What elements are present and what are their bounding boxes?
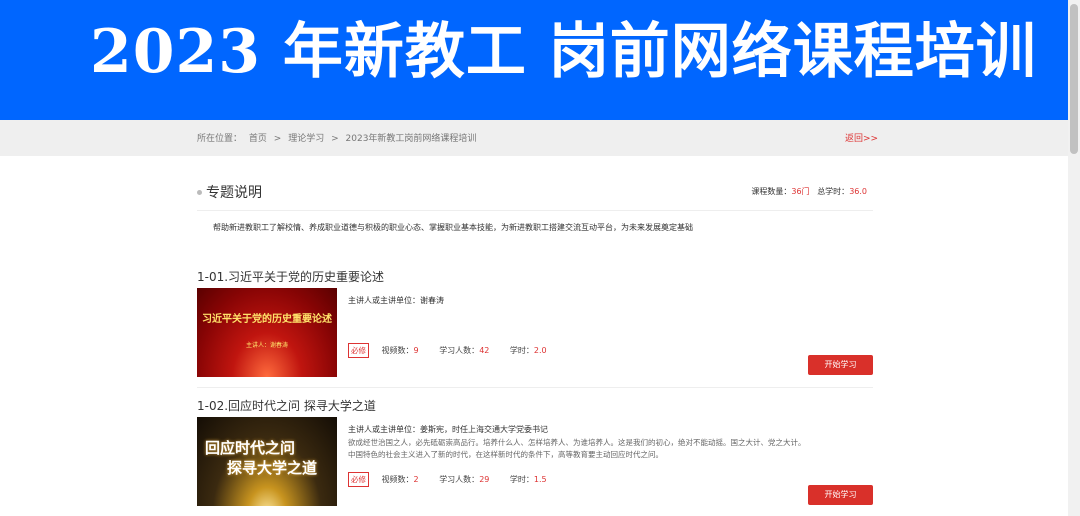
- topic-stats: 课程数量：36门 总学时：36.0: [751, 186, 867, 197]
- thumbnail-subtitle: 主讲人：谢春涛: [245, 342, 288, 349]
- learner-count: 42: [479, 346, 490, 355]
- video-count: 9: [413, 346, 419, 355]
- total-hours-value: 36.0: [849, 187, 867, 196]
- learner-count-label: 学习人数：: [439, 475, 480, 484]
- thumbnail-title: 回应时代之问: [205, 439, 296, 457]
- header-banner: 2023 年新教工 岗前网络课程培训: [0, 0, 1068, 120]
- breadcrumb-separator: >: [273, 134, 282, 144]
- video-count-label: 视频数：: [381, 346, 414, 355]
- start-learning-button[interactable]: 开始学习: [808, 355, 873, 375]
- breadcrumb-bar: 所在位置： 首页 > 理论学习 > 2023年新教工岗前网络课程培训 返回>>: [0, 120, 1068, 156]
- course-title[interactable]: 1-01.习近平关于党的历史重要论述: [197, 268, 384, 285]
- required-badge: 必修: [348, 343, 369, 358]
- hours-label: 学时：: [509, 475, 534, 484]
- breadcrumb-theory-link[interactable]: 理论学习: [288, 134, 324, 144]
- course-intro-line: 欲成经世治国之人，必先砥砺崇高品行。培养什么人、怎样培养人、为谁培养人。这是我们…: [348, 438, 806, 447]
- course-meta: 必修 视频数：2 学习人数：29 学时：1.5: [348, 472, 565, 487]
- breadcrumb-prefix: 所在位置：: [197, 134, 243, 144]
- required-badge: 必修: [348, 472, 369, 487]
- scrollbar-thumb[interactable]: [1070, 4, 1078, 154]
- back-link[interactable]: 返回>>: [845, 131, 878, 144]
- video-count: 2: [413, 475, 419, 484]
- course-hours: 2.0: [533, 346, 547, 355]
- course-intro-line: 中国特色的社会主义进入了新的时代，在这样新时代的条件下，高等教育要主动回应时代之…: [348, 450, 663, 459]
- course-hours: 1.5: [533, 475, 547, 484]
- page-scrollbar[interactable]: [1068, 0, 1080, 516]
- learner-count: 29: [479, 475, 490, 484]
- breadcrumb-current: 2023年新教工岗前网络课程培训: [345, 134, 477, 144]
- thumbnail-title: 习近平关于党的历史重要论述: [202, 314, 332, 325]
- course-meta: 必修 视频数：9 学习人数：42 学时：2.0: [348, 343, 565, 358]
- divider: [197, 210, 873, 211]
- breadcrumb: 所在位置： 首页 > 理论学习 > 2023年新教工岗前网络课程培训: [197, 131, 480, 144]
- total-hours-label: 总学时：: [817, 187, 850, 196]
- course-count-label: 课程数量：: [751, 187, 792, 196]
- topic-description: 帮助新进教职工了解校情、养成职业道德与积极的职业心态、掌握职业基本技能，为新进教…: [213, 223, 693, 232]
- video-count-label: 视频数：: [381, 475, 414, 484]
- hours-label: 学时：: [509, 346, 534, 355]
- thumbnail-title: 探寻大学之道: [227, 459, 318, 477]
- breadcrumb-home-link[interactable]: 首页: [249, 134, 267, 144]
- course-count-value: 36门: [791, 187, 810, 196]
- breadcrumb-separator: >: [331, 134, 339, 144]
- banner-title: 2023 年新教工 岗前网络课程培训: [90, 17, 1037, 87]
- topic-title: 专题说明: [206, 185, 262, 201]
- start-learning-button[interactable]: 开始学习: [808, 485, 873, 505]
- section-bullet-icon: [197, 190, 202, 195]
- course-lecturer: 主讲人或主讲单位：姜斯宪，时任上海交通大学党委书记: [348, 425, 548, 434]
- course-lecturer: 主讲人或主讲单位：谢春涛: [348, 296, 444, 305]
- divider: [197, 387, 873, 388]
- course-thumbnail[interactable]: 回应时代之问 探寻大学之道: [197, 417, 337, 506]
- learner-count-label: 学习人数：: [439, 346, 480, 355]
- course-title[interactable]: 1-02.回应时代之问 探寻大学之道: [197, 397, 376, 414]
- course-thumbnail[interactable]: 习近平关于党的历史重要论述 主讲人：谢春涛: [197, 288, 337, 377]
